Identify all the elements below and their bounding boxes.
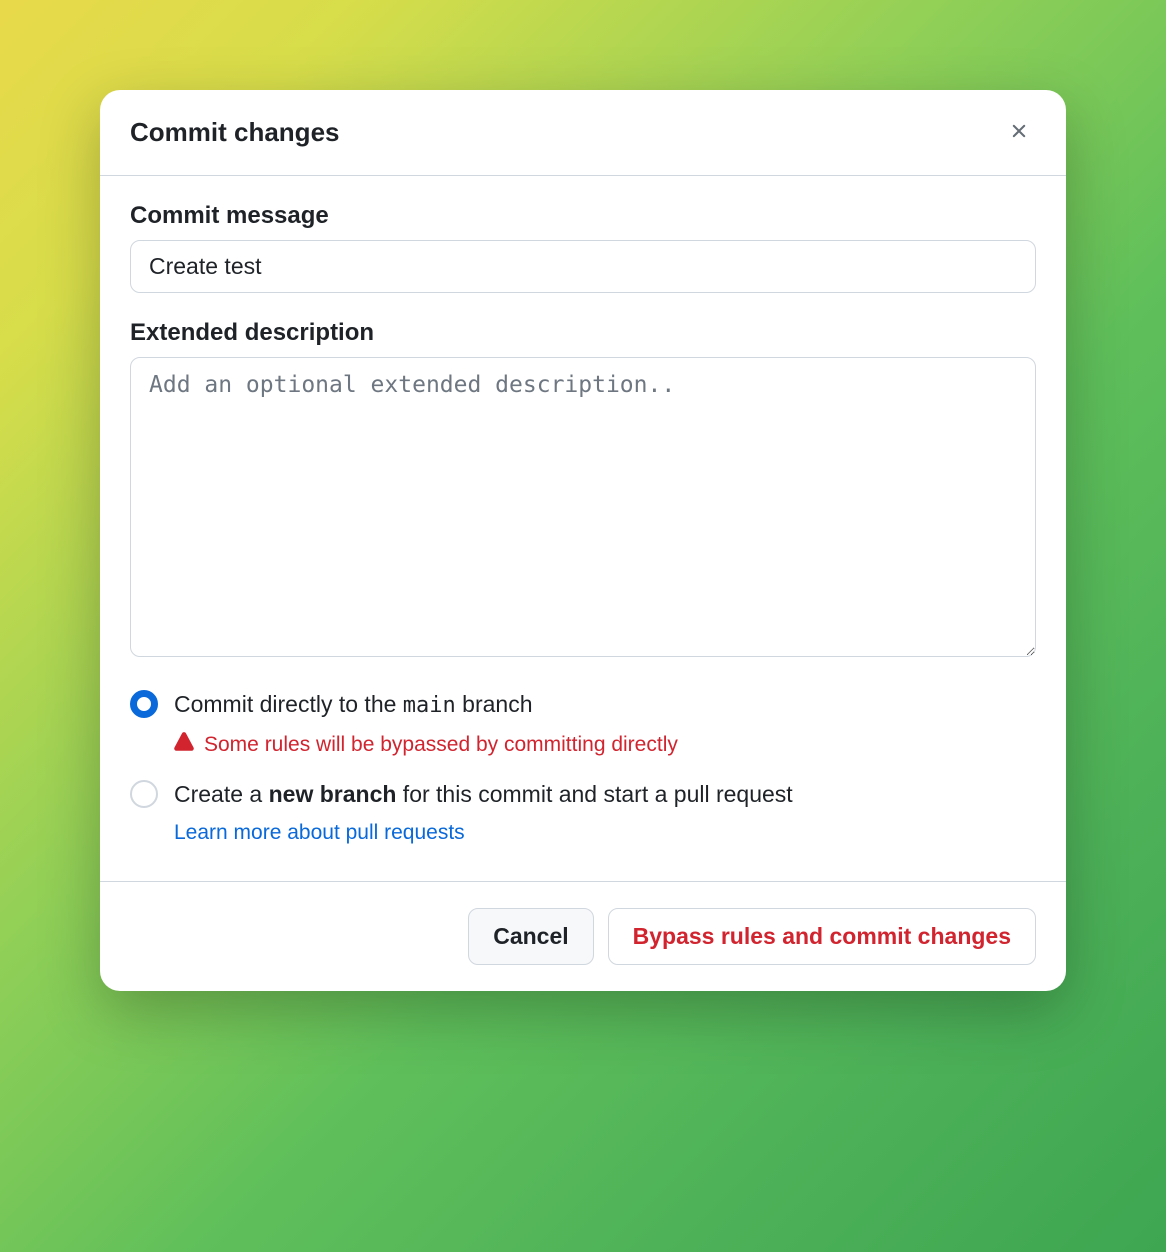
dialog-body: Commit message Extended description Comm…	[100, 176, 1066, 881]
radio-commit-direct-label: Commit directly to the main branch	[174, 688, 1036, 722]
commit-message-input[interactable]	[130, 240, 1036, 293]
branch-name-code: main	[403, 693, 456, 718]
radio-new-branch-label: Create a new branch for this commit and …	[174, 778, 1036, 811]
branch-choice-group: Commit directly to the main branch Some …	[130, 688, 1036, 845]
bypass-warning: Some rules will be bypassed by committin…	[174, 732, 1036, 758]
extended-description-section: Extended description	[130, 319, 1036, 662]
radio-commit-direct-indicator[interactable]	[130, 690, 158, 718]
alert-icon	[174, 732, 194, 758]
bypass-commit-button[interactable]: Bypass rules and commit changes	[608, 908, 1036, 965]
radio-new-branch-indicator[interactable]	[130, 780, 158, 808]
dialog-title: Commit changes	[130, 117, 340, 148]
dialog-footer: Cancel Bypass rules and commit changes	[100, 881, 1066, 991]
bypass-warning-text: Some rules will be bypassed by committin…	[204, 733, 678, 757]
extended-description-label: Extended description	[130, 319, 1036, 347]
learn-more-link[interactable]: Learn more about pull requests	[174, 821, 465, 844]
cancel-button[interactable]: Cancel	[468, 908, 593, 965]
commit-message-section: Commit message	[130, 202, 1036, 293]
close-icon	[1008, 120, 1030, 145]
commit-message-label: Commit message	[130, 202, 1036, 230]
radio-commit-direct[interactable]: Commit directly to the main branch Some …	[130, 688, 1036, 758]
commit-changes-dialog: Commit changes Commit message Extended d…	[100, 90, 1066, 991]
extended-description-input[interactable]	[130, 357, 1036, 657]
close-button[interactable]	[1002, 114, 1036, 151]
radio-new-branch[interactable]: Create a new branch for this commit and …	[130, 778, 1036, 845]
dialog-header: Commit changes	[100, 90, 1066, 176]
